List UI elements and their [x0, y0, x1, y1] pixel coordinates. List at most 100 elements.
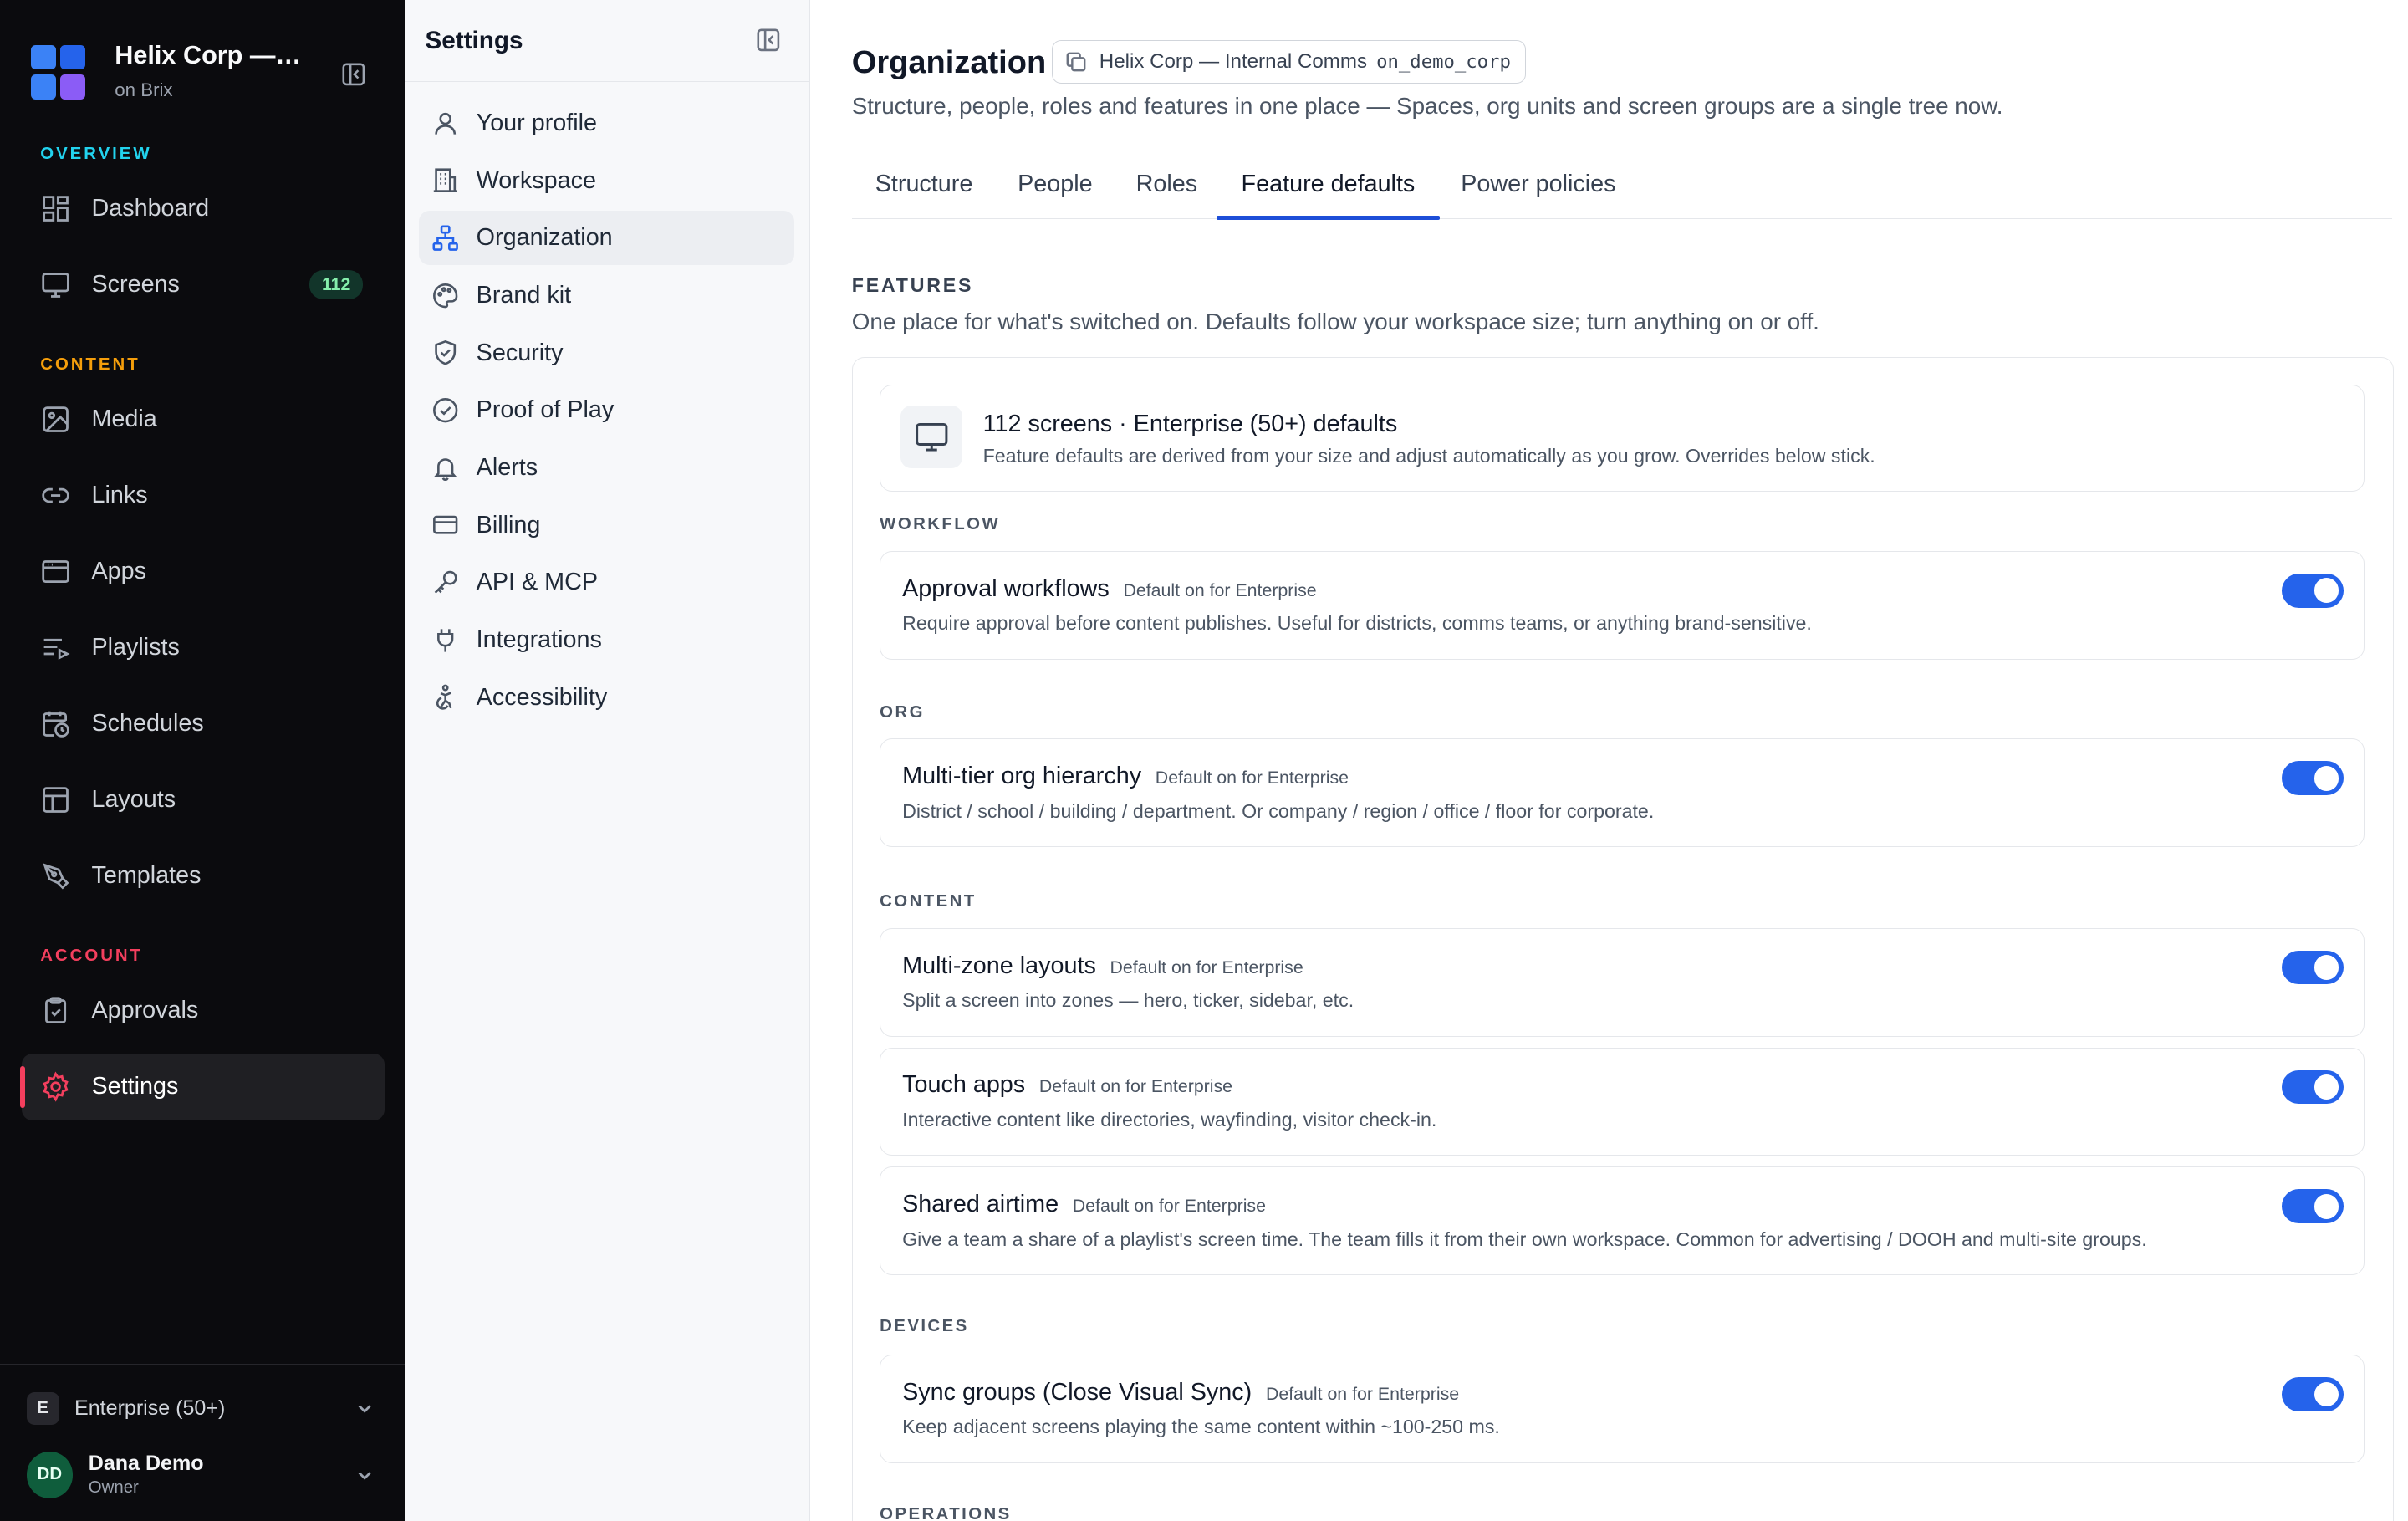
feature-description: Require approval before content publishe…: [902, 612, 1812, 635]
settings-nav: Settings Your profile Workspace Organiza…: [405, 0, 810, 1521]
nav-item-dashboard[interactable]: Dashboard: [22, 176, 385, 242]
plan-label: Enterprise (50+): [74, 1396, 226, 1420]
settings-item-accessibility[interactable]: Accessibility: [419, 671, 794, 725]
feature-multi-tier-org: Multi-tier org hierarchy Default on for …: [880, 738, 2365, 848]
plan-selector[interactable]: E Enterprise (50+): [26, 1391, 380, 1426]
tab-roles[interactable]: Roles: [1115, 152, 1217, 217]
panel-toggle-icon[interactable]: [756, 28, 781, 53]
feature-name: Multi-zone layouts: [902, 952, 1096, 979]
nav-item-media[interactable]: Media: [22, 386, 385, 453]
workspace-switcher[interactable]: Helix Corp — I... on Brix: [31, 40, 304, 104]
nav-item-screens[interactable]: Screens 112: [22, 252, 385, 319]
features-heading: FEATURES: [851, 274, 974, 297]
group-label-content: CONTENT: [880, 892, 977, 911]
summary-title: 112 screens · Enterprise (50+) defaults: [982, 410, 1398, 437]
feature-name: Multi-tier org hierarchy: [902, 763, 1142, 790]
dashboard-icon: [40, 193, 71, 224]
settings-item-label: Security: [476, 339, 564, 366]
multi-tier-org-toggle[interactable]: [2281, 761, 2344, 796]
org-tabs: Structure People Roles Feature defaults …: [851, 152, 2393, 221]
feature-approval-workflows: Approval workflows Default on for Enterp…: [880, 550, 2365, 660]
feature-default-note: Default on for Enterprise: [1110, 957, 1303, 977]
nav-item-playlists[interactable]: Playlists: [22, 615, 385, 681]
group-label-org: ORG: [880, 702, 925, 722]
tab-structure[interactable]: Structure: [852, 152, 997, 217]
feature-description: Keep adjacent screens playing the same c…: [902, 1416, 1500, 1438]
plan-badge: E: [26, 1391, 59, 1425]
chevron-down-icon: [355, 1466, 374, 1484]
settings-item-billing[interactable]: Billing: [419, 498, 794, 553]
brand-logo: [31, 44, 87, 105]
user-menu[interactable]: DD Dana Demo Owner: [26, 1450, 380, 1499]
settings-item-organization[interactable]: Organization: [419, 211, 795, 266]
workspace-name: Helix Corp — I...: [115, 41, 304, 70]
settings-item-api-mcp[interactable]: API & MCP: [419, 555, 794, 610]
group-label-workflow: WORKFLOW: [880, 515, 1001, 534]
monitor-icon: [900, 406, 963, 468]
app-window-icon: [40, 556, 71, 587]
section-label-overview: OVERVIEW: [40, 144, 152, 163]
nav-label: Playlists: [91, 634, 180, 661]
nav-item-templates[interactable]: Templates: [22, 843, 385, 910]
workspace-platform: on Brix: [115, 79, 173, 100]
settings-item-label: Organization: [476, 224, 613, 252]
palette-icon: [431, 282, 459, 309]
settings-item-label: Workspace: [476, 166, 596, 194]
nav-item-layouts[interactable]: Layouts: [22, 767, 385, 834]
settings-item-alerts[interactable]: Alerts: [419, 441, 794, 495]
tab-people[interactable]: People: [1001, 152, 1110, 217]
nav-label: Layouts: [91, 786, 176, 814]
shared-airtime-toggle[interactable]: [2281, 1189, 2344, 1224]
nav-label: Dashboard: [91, 195, 210, 222]
settings-item-label: Your profile: [476, 110, 598, 137]
sync-groups-toggle[interactable]: [2281, 1376, 2344, 1411]
gear-icon: [40, 1071, 71, 1102]
tab-power-policies[interactable]: Power policies: [1446, 152, 1630, 217]
group-label-operations: OPERATIONS: [880, 1504, 1012, 1521]
image-icon: [40, 404, 71, 435]
shield-icon: [431, 339, 459, 366]
settings-item-security[interactable]: Security: [419, 326, 794, 380]
group-label-devices: DEVICES: [880, 1317, 969, 1336]
settings-nav-header: Settings: [405, 0, 809, 83]
feature-default-note: Default on for Enterprise: [1265, 1383, 1460, 1404]
feature-default-note: Default on for Enterprise: [1072, 1196, 1266, 1217]
nav-label: Screens: [91, 271, 180, 298]
feature-name: Shared airtime: [902, 1191, 1059, 1218]
nav-label: Links: [91, 482, 148, 509]
sidebar-footer: E Enterprise (50+) DD Dana Demo Owner: [0, 1364, 406, 1498]
settings-item-proof-of-play[interactable]: Proof of Play: [419, 383, 794, 437]
nav-label: Media: [91, 406, 157, 433]
nav-item-approvals[interactable]: Approvals: [22, 977, 385, 1044]
settings-item-label: API & MCP: [476, 569, 599, 596]
settings-item-brand-kit[interactable]: Brand kit: [419, 268, 794, 323]
touch-apps-toggle[interactable]: [2281, 1069, 2344, 1105]
nav-item-settings[interactable]: Settings: [20, 1053, 385, 1120]
screens-count-badge: 112: [309, 269, 364, 300]
app-root: Helix Corp — I... on Brix OVERVIEW Dashb…: [0, 0, 2408, 1521]
tab-feature-defaults[interactable]: Feature defaults: [1216, 152, 1441, 221]
settings-item-label: Proof of Play: [476, 396, 615, 424]
feature-name: Sync groups (Close Visual Sync): [902, 1378, 1252, 1406]
clipboard-check-icon: [40, 995, 71, 1026]
nav-item-schedules[interactable]: Schedules: [22, 691, 385, 758]
settings-item-integrations[interactable]: Integrations: [419, 613, 794, 667]
nav-item-links[interactable]: Links: [22, 462, 385, 529]
chevron-down-icon: [355, 1399, 374, 1417]
feature-description: Interactive content like directories, wa…: [902, 1108, 1437, 1131]
multi-zone-layouts-toggle[interactable]: [2281, 950, 2344, 985]
copy-org-id-chip[interactable]: Helix Corp — Internal Comms on_demo_corp: [1052, 40, 1526, 84]
collapse-sidebar-icon[interactable]: [341, 62, 366, 87]
feature-default-note: Default on for Enterprise: [1155, 768, 1349, 789]
settings-item-your-profile[interactable]: Your profile: [419, 96, 794, 151]
playlist-icon: [40, 632, 71, 663]
section-label-content: CONTENT: [40, 355, 140, 374]
settings-item-workspace[interactable]: Workspace: [419, 154, 794, 208]
avatar: DD: [26, 1452, 74, 1498]
monitor-icon: [40, 269, 71, 300]
nav-label: Schedules: [91, 710, 204, 738]
settings-item-label: Billing: [476, 511, 541, 538]
approval-workflows-toggle[interactable]: [2281, 573, 2344, 608]
nav-item-apps[interactable]: Apps: [22, 538, 385, 605]
check-circle-icon: [431, 396, 459, 424]
